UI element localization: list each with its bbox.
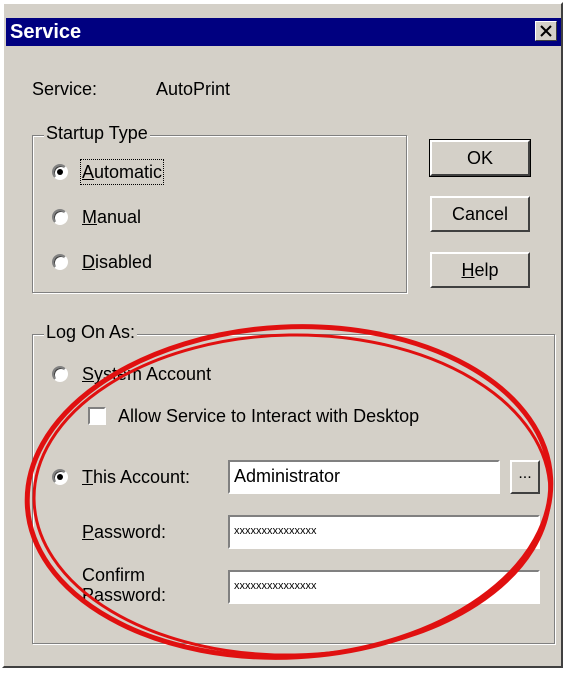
this-account-label[interactable]: This Account: bbox=[82, 466, 190, 488]
help-button[interactable]: Help bbox=[430, 252, 530, 288]
radio-manual[interactable] bbox=[52, 209, 68, 225]
title-bar[interactable]: Service bbox=[6, 18, 561, 46]
log-on-as-legend: Log On As: bbox=[44, 321, 138, 343]
radio-disabled[interactable] bbox=[52, 254, 68, 270]
ok-button[interactable]: OK bbox=[429, 139, 531, 177]
service-label: Service: bbox=[32, 79, 98, 99]
confirm-password-input[interactable]: xxxxxxxxxxxxxxx bbox=[228, 570, 540, 604]
password-input[interactable]: xxxxxxxxxxxxxxx bbox=[228, 515, 540, 549]
close-button[interactable] bbox=[535, 21, 557, 41]
interact-desktop-label[interactable]: Allow Service to Interact with Desktop bbox=[118, 405, 419, 427]
password-label: Password: bbox=[82, 522, 167, 542]
radio-this-account[interactable] bbox=[52, 469, 68, 485]
account-name-input[interactable]: Administrator bbox=[228, 460, 500, 494]
radio-system-account[interactable] bbox=[52, 366, 68, 382]
disabled-label[interactable]: Disabled bbox=[82, 251, 152, 273]
confirm-password-label-line1: Confirm bbox=[82, 565, 146, 585]
automatic-label[interactable]: Automatic bbox=[79, 159, 165, 185]
manual-label[interactable]: Manual bbox=[82, 206, 141, 228]
interact-desktop-checkbox[interactable] bbox=[88, 407, 106, 425]
radio-automatic[interactable] bbox=[52, 164, 68, 180]
cancel-button[interactable]: Cancel bbox=[430, 196, 530, 232]
system-account-label[interactable]: System Account bbox=[82, 363, 211, 385]
browse-account-button[interactable]: ... bbox=[510, 460, 540, 494]
startup-type-legend: Startup Type bbox=[44, 122, 150, 144]
window-title: Service bbox=[10, 21, 82, 43]
close-icon bbox=[540, 25, 552, 37]
service-name: AutoPrint bbox=[156, 79, 231, 99]
confirm-password-label-line2: Password: bbox=[82, 585, 167, 605]
